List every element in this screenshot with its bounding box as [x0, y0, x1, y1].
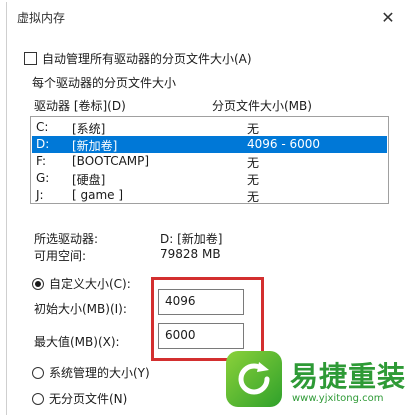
watermark-url: www.yjxitong.com: [292, 393, 384, 404]
refresh-logo-icon: [226, 351, 282, 407]
drive-list[interactable]: C: [系统] 无 D: [新加卷] 4096 - 6000 F: [BOOTC…: [30, 116, 389, 204]
drive-row-selected[interactable]: D: [新加卷] 4096 - 6000: [32, 136, 387, 153]
dialog-title: 虚拟内存: [17, 11, 66, 25]
column-header-size: 分页文件大小(MB): [212, 99, 312, 113]
free-space-label: 可用空间:: [34, 249, 87, 263]
drive-row[interactable]: J: [ game ] 无: [32, 187, 387, 204]
drive-volume-label: [ game ]: [72, 188, 124, 202]
drive-volume-label: [系统]: [72, 122, 106, 136]
drive-letter: G:: [36, 171, 50, 185]
custom-size-label: 自定义大小(C):: [49, 277, 131, 291]
drive-paging-size: 无: [247, 156, 260, 170]
column-header-drive: 驱动器 [卷标](D): [34, 99, 126, 113]
custom-size-radio[interactable]: [32, 277, 44, 290]
no-paging-option[interactable]: 无分页文件(N): [32, 390, 127, 407]
drive-row[interactable]: F: [BOOTCAMP] 无: [32, 153, 387, 170]
drive-letter: J:: [36, 188, 44, 202]
selected-drive-label: 所选驱动器:: [34, 232, 99, 246]
close-icon: ✕: [381, 7, 395, 27]
drive-row[interactable]: C: [系统] 无: [32, 119, 387, 136]
system-managed-radio[interactable]: [32, 366, 44, 379]
free-space-value: 79828 MB: [160, 247, 221, 261]
paging-group-title: 每个驱动器的分页文件大小: [32, 74, 181, 91]
drive-volume-label: [硬盘]: [72, 173, 106, 187]
auto-manage-checkbox[interactable]: [24, 52, 37, 65]
drive-volume-label: [新加卷]: [72, 139, 118, 153]
auto-manage-option[interactable]: 自动管理所有驱动器的分页文件大小(A): [24, 50, 252, 67]
selected-drive-value: D: [新加卷]: [160, 232, 223, 246]
custom-size-option[interactable]: 自定义大小(C):: [32, 275, 131, 292]
drive-volume-label: [BOOTCAMP]: [72, 154, 150, 168]
title-bar: 虚拟内存 ✕: [7, 2, 410, 32]
auto-manage-label: 自动管理所有驱动器的分页文件大小(A): [42, 52, 252, 66]
drive-paging-size: 无: [247, 173, 260, 187]
no-paging-label: 无分页文件(N): [49, 392, 128, 406]
drive-letter: C:: [36, 120, 49, 134]
system-managed-option[interactable]: 系统管理的大小(Y): [32, 364, 150, 381]
max-size-label: 最大值(MB)(X):: [34, 335, 120, 349]
close-button[interactable]: ✕: [377, 6, 399, 28]
drive-paging-size: 无: [247, 122, 260, 136]
initial-size-label: 初始大小(MB)(I):: [34, 302, 127, 316]
drive-row[interactable]: G: [硬盘] 无: [32, 170, 387, 187]
drive-letter: F:: [36, 154, 47, 168]
system-managed-label: 系统管理的大小(Y): [49, 366, 150, 380]
watermark-brand: 易捷重装: [290, 360, 407, 393]
watermark: 易捷重装 www.yjxitong.com: [222, 347, 410, 415]
no-paging-radio[interactable]: [32, 392, 44, 405]
drive-paging-size: 无: [247, 190, 260, 204]
drive-paging-size: 4096 - 6000: [247, 137, 321, 151]
drive-letter: D:: [36, 137, 50, 151]
